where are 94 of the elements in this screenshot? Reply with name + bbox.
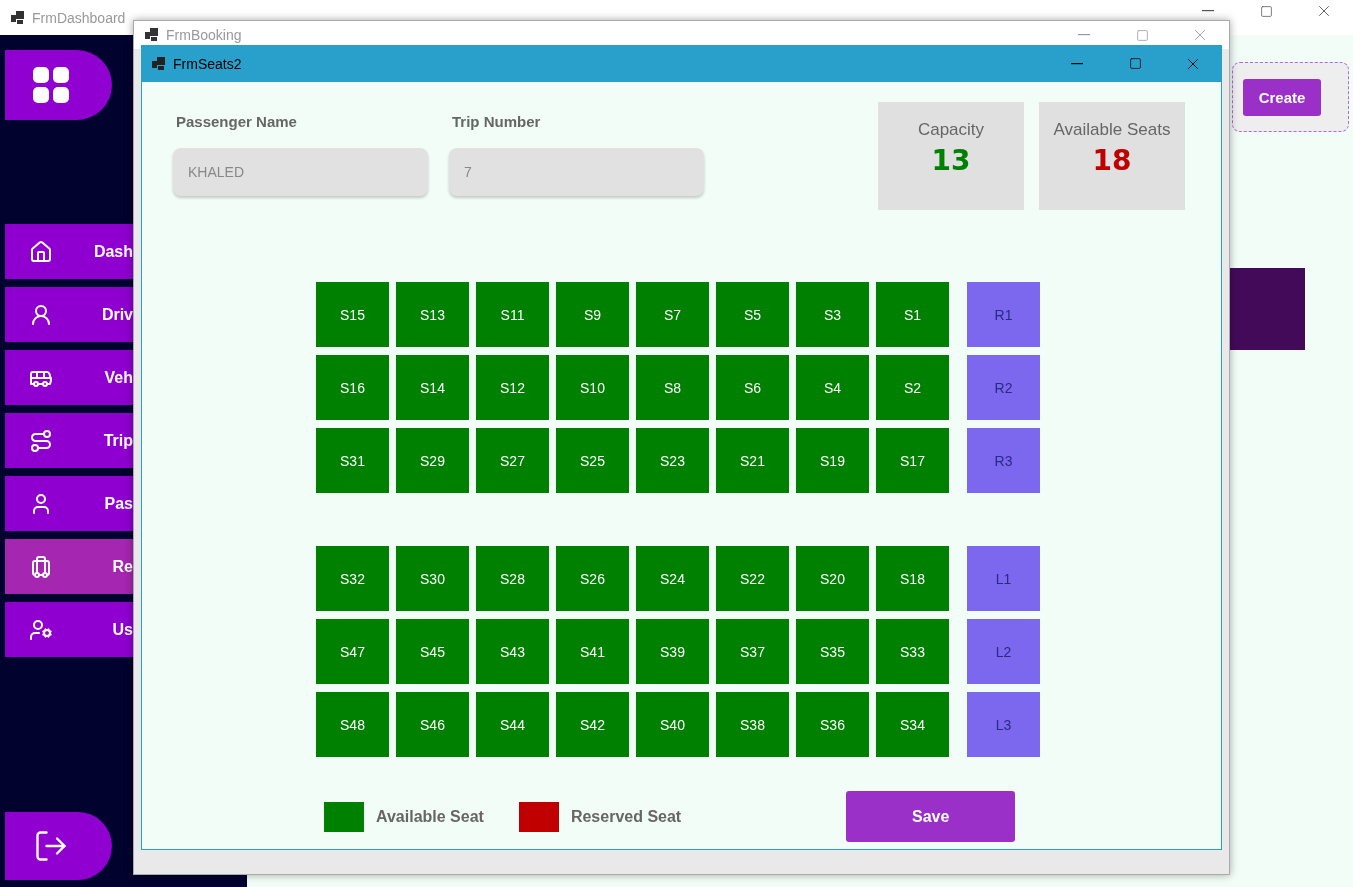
seat-button[interactable]: S34 [876,692,949,757]
sidebar-item[interactable]: Driv [5,287,133,342]
sidebar-item[interactable]: Re [5,539,133,594]
seat-button[interactable]: S14 [396,355,469,420]
seat-button[interactable]: S40 [636,692,709,757]
window-title: FrmSeats2 [173,55,242,72]
luggage-icon [29,554,53,579]
maximize-icon [1128,57,1142,70]
seat-button[interactable]: S24 [636,546,709,611]
home-icon [29,239,53,264]
seat-button[interactable]: S43 [476,619,549,684]
legend-label: Available Seat [376,807,484,826]
menu-button[interactable] [5,50,112,120]
stat-label: Available Seats [1053,120,1171,140]
seat-button[interactable]: S19 [796,428,869,493]
seat-button[interactable]: S35 [796,619,869,684]
sidebar-item[interactable]: Trip [5,413,133,468]
logout-button[interactable] [5,812,112,880]
seat-button[interactable]: S44 [476,692,549,757]
seat-button[interactable]: L2 [967,619,1040,684]
seat-button[interactable]: S21 [716,428,789,493]
seat-button[interactable]: S36 [796,692,869,757]
seat-button[interactable]: S33 [876,619,949,684]
seat-button[interactable]: S4 [796,355,869,420]
logout-icon [33,828,69,864]
seat-button[interactable]: S25 [556,428,629,493]
seat-button[interactable]: S5 [716,282,789,347]
seat-button[interactable]: S41 [556,619,629,684]
seat-button[interactable]: S48 [316,692,389,757]
seat-button[interactable]: S37 [716,619,789,684]
seat-button[interactable]: S8 [636,355,709,420]
seat-button[interactable]: S38 [716,692,789,757]
legend-label: Reserved Seat [570,807,682,826]
seat-button[interactable]: S9 [556,282,629,347]
seat-button[interactable]: S27 [476,428,549,493]
seat-button[interactable]: S18 [876,546,949,611]
seat-button[interactable]: S26 [556,546,629,611]
seat-button[interactable]: S17 [876,428,949,493]
seat-button[interactable]: S47 [316,619,389,684]
person-icon [29,302,53,327]
seat-button[interactable]: S1 [876,282,949,347]
sidebar-item[interactable]: Veh [5,350,133,405]
save-button[interactable]: Save [846,791,1016,842]
seat-button[interactable]: S23 [636,428,709,493]
user-gear-icon [29,617,53,642]
stat-value: 13 [931,144,971,177]
seat-button[interactable]: S6 [716,355,789,420]
seat-button[interactable]: S31 [316,428,389,493]
seat-button[interactable]: S28 [476,546,549,611]
seat-button[interactable]: S46 [396,692,469,757]
route-icon [29,428,53,453]
seat-button[interactable]: S29 [396,428,469,493]
window-title: FrmDashboard [32,9,126,26]
seat-button[interactable]: S10 [556,355,629,420]
sidebar-item[interactable]: Us [5,602,133,657]
stat-label: Capacity [917,120,985,140]
maximize-icon [1135,28,1149,42]
seat-button[interactable]: S42 [556,692,629,757]
grid-icon [33,67,69,103]
seat-button[interactable]: S32 [316,546,389,611]
minimize-icon [1071,62,1083,65]
seat-button[interactable]: R3 [967,428,1040,493]
seat-button[interactable]: S16 [316,355,389,420]
input-field[interactable]: 7 [449,148,704,196]
sidebar-item[interactable]: Pas [5,476,133,531]
app-icon [10,9,26,26]
seat-button[interactable]: S22 [716,546,789,611]
seat-button[interactable]: S2 [876,355,949,420]
window-title: FrmBooking [166,27,242,43]
seat-button[interactable]: S13 [396,282,469,347]
seat-button[interactable]: S39 [636,619,709,684]
create-button[interactable]: Create [1243,78,1321,116]
seat-button[interactable]: S12 [476,355,549,420]
seat-button[interactable]: S15 [316,282,389,347]
input-field[interactable]: KHALED [173,148,428,196]
stat-value: 18 [1092,144,1132,177]
maximize-icon [1259,4,1273,18]
sidebar-item[interactable]: Dash [5,224,133,279]
seat-button[interactable]: S7 [636,282,709,347]
app-icon [151,55,167,72]
seat-button[interactable]: R2 [967,355,1040,420]
minimize-icon [1202,10,1214,12]
field-label: Passenger Name [175,113,298,130]
seat-button[interactable]: S20 [796,546,869,611]
seat-button[interactable]: S11 [476,282,549,347]
seat-button[interactable]: S3 [796,282,869,347]
seat-button[interactable]: L3 [967,692,1040,757]
seat-button[interactable]: S45 [396,619,469,684]
minimize-icon [1078,34,1090,36]
seat-button[interactable]: L1 [967,546,1040,611]
seat-button[interactable]: R1 [967,282,1040,347]
field-label: Trip Number [451,113,542,130]
app-icon [144,27,160,43]
seat-button[interactable]: S30 [396,546,469,611]
